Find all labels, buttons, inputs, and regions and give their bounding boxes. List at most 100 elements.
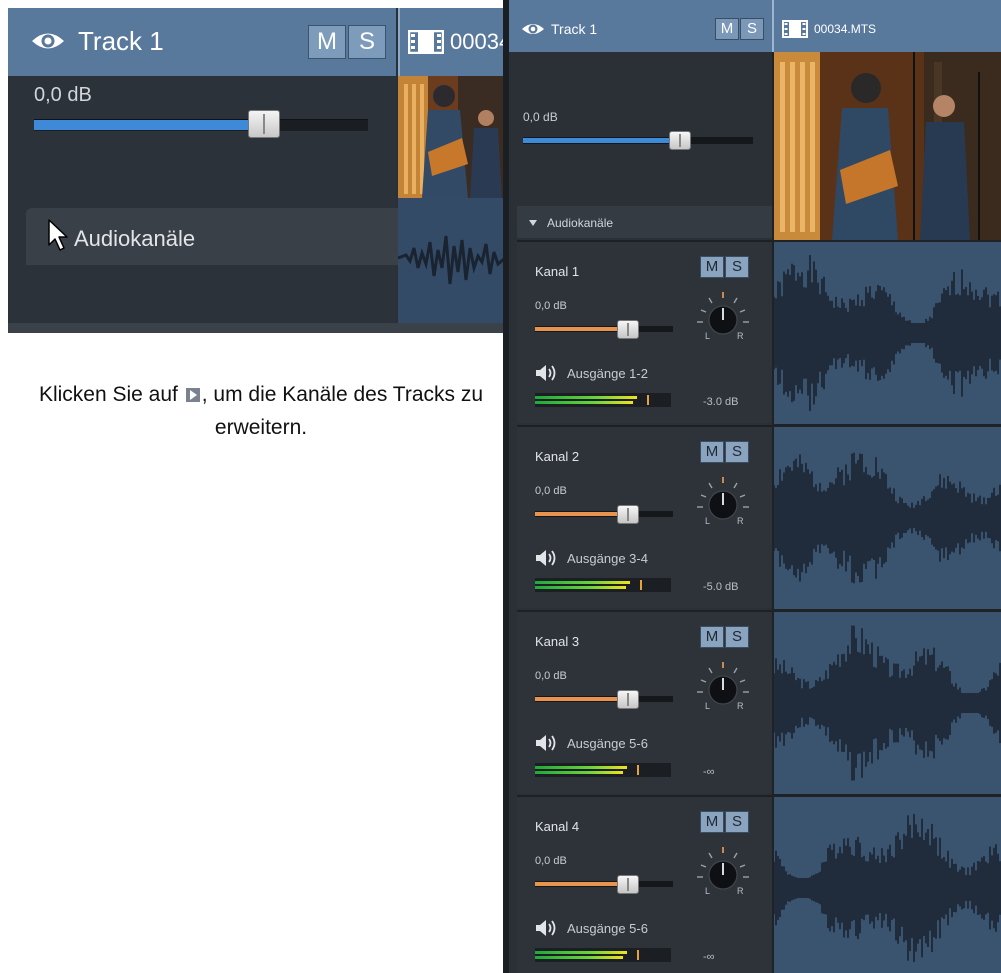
channel-strip: Kanal 4 M S 0,0 dB L R Ausgänge 5-6 -∞ bbox=[517, 795, 772, 973]
audio-channels-toggle[interactable]: Audiokanäle bbox=[26, 208, 398, 265]
pan-knob[interactable]: L R bbox=[695, 290, 751, 340]
mute-solo-group: M S bbox=[700, 626, 749, 648]
solo-button[interactable]: S bbox=[725, 626, 749, 648]
channel-volume-value: 0,0 dB bbox=[535, 485, 567, 497]
clip-header[interactable]: 00034.MTS bbox=[772, 0, 1001, 52]
track-volume-fill bbox=[523, 138, 683, 143]
clip-waveform bbox=[398, 198, 505, 323]
solo-button[interactable]: S bbox=[725, 256, 749, 278]
level-meter-bar bbox=[535, 956, 623, 959]
speaker-icon[interactable] bbox=[535, 549, 559, 567]
solo-button[interactable]: S bbox=[725, 811, 749, 833]
track-volume-handle[interactable] bbox=[669, 131, 691, 150]
meter-value: -5.0 dB bbox=[703, 581, 739, 593]
film-icon bbox=[782, 20, 808, 38]
mute-button[interactable]: M bbox=[700, 256, 724, 278]
track-controls bbox=[8, 76, 396, 333]
clip-header[interactable]: 00034.M bbox=[398, 8, 505, 76]
solo-button[interactable]: S bbox=[740, 18, 764, 40]
channel-volume-handle[interactable] bbox=[617, 320, 639, 339]
meter-value: -∞ bbox=[703, 951, 715, 963]
mute-button[interactable]: M bbox=[700, 441, 724, 463]
instruction-caption: Klicken Sie auf , um die Kanäle des Trac… bbox=[22, 378, 500, 444]
mute-solo-group: M S bbox=[308, 25, 386, 59]
pan-right-label: R bbox=[737, 886, 744, 895]
mute-solo-group: M S bbox=[700, 811, 749, 833]
level-meter-bar bbox=[535, 401, 633, 404]
channel-outputs: Ausgänge 1-2 bbox=[567, 366, 648, 381]
track-panel: Track 1 M S 0,0 dB Audiokanäle Kanal 1 M… bbox=[503, 0, 1001, 973]
channel-waveform bbox=[773, 612, 1001, 794]
caption-text-start: Klicken Sie auf bbox=[38, 383, 184, 406]
channel-volume-handle[interactable] bbox=[617, 875, 639, 894]
mute-button[interactable]: M bbox=[700, 626, 724, 648]
pan-knob[interactable]: L R bbox=[695, 660, 751, 710]
level-meter bbox=[535, 578, 671, 592]
eye-icon[interactable] bbox=[30, 28, 66, 54]
level-meter-bar bbox=[535, 766, 627, 769]
channel-name: Kanal 1 bbox=[535, 264, 580, 279]
track-header: Track 1 M S bbox=[8, 8, 396, 76]
pan-knob[interactable]: L R bbox=[695, 845, 751, 895]
divider bbox=[8, 323, 505, 333]
level-meter-bar bbox=[535, 951, 627, 954]
speaker-icon[interactable] bbox=[535, 919, 559, 937]
level-meter bbox=[535, 393, 671, 407]
pan-right-label: R bbox=[737, 701, 744, 710]
channel-waveform bbox=[773, 797, 1001, 973]
pan-right-label: R bbox=[737, 331, 744, 340]
peak-indicator bbox=[637, 950, 639, 960]
channel-strip: Kanal 1 M S 0,0 dB L R Ausgänge 1-2 -3.0… bbox=[517, 240, 772, 423]
mute-button[interactable]: M bbox=[700, 811, 724, 833]
channel-name: Kanal 4 bbox=[535, 819, 580, 834]
channel-volume-handle[interactable] bbox=[617, 690, 639, 709]
speaker-icon[interactable] bbox=[535, 734, 559, 752]
waveform-shape bbox=[773, 625, 1001, 781]
solo-button[interactable]: S bbox=[725, 441, 749, 463]
clip-name: 00034.M bbox=[450, 29, 505, 54]
expand-arrow-icon bbox=[529, 220, 537, 226]
mute-button[interactable]: M bbox=[715, 18, 739, 40]
mute-solo-group: M S bbox=[700, 256, 749, 278]
peak-indicator bbox=[647, 395, 649, 405]
waveform-shape bbox=[773, 813, 1001, 963]
clip-name: 00034.MTS bbox=[814, 22, 877, 36]
level-meter bbox=[535, 763, 671, 777]
track-volume-value: 0,0 dB bbox=[34, 84, 92, 106]
zoomed-track-header: Track 1 M S 0,0 dB Audiokanäle 00034.M bbox=[8, 8, 505, 333]
track-title: Track 1 bbox=[551, 21, 598, 37]
eye-icon[interactable] bbox=[521, 20, 545, 38]
pan-left-label: L bbox=[705, 886, 710, 895]
mute-button[interactable]: M bbox=[308, 25, 346, 59]
expand-arrow-icon bbox=[185, 388, 200, 402]
track-volume-handle[interactable] bbox=[248, 110, 280, 138]
pan-knob[interactable]: L R bbox=[695, 475, 751, 525]
solo-button[interactable]: S bbox=[348, 25, 386, 59]
track-header: Track 1 M S bbox=[509, 0, 772, 52]
peak-indicator bbox=[637, 765, 639, 775]
level-meter-bar bbox=[535, 586, 626, 589]
pan-right-label: R bbox=[737, 516, 744, 525]
channel-volume-value: 0,0 dB bbox=[535, 670, 567, 682]
channel-strip: Kanal 3 M S 0,0 dB L R Ausgänge 5-6 -∞ bbox=[517, 610, 772, 793]
channel-volume-handle[interactable] bbox=[617, 505, 639, 524]
waveform-shape bbox=[773, 452, 1001, 584]
audio-channels-toggle[interactable]: Audiokanäle bbox=[517, 206, 772, 238]
mute-solo-group: M S bbox=[700, 441, 749, 463]
level-meter bbox=[535, 948, 671, 962]
peak-indicator bbox=[640, 580, 642, 590]
clip-thumbnail bbox=[398, 76, 505, 198]
channel-waveform bbox=[773, 242, 1001, 424]
waveform-shape bbox=[773, 255, 1001, 411]
speaker-icon[interactable] bbox=[535, 364, 559, 382]
channel-outputs: Ausgänge 5-6 bbox=[567, 921, 648, 936]
channel-name: Kanal 3 bbox=[535, 634, 580, 649]
pan-left-label: L bbox=[705, 331, 710, 340]
channel-name: Kanal 2 bbox=[535, 449, 580, 464]
meter-value: -3.0 dB bbox=[703, 396, 739, 408]
film-icon bbox=[408, 30, 444, 54]
track-volume-value: 0,0 dB bbox=[523, 110, 558, 124]
track-volume-fill bbox=[34, 120, 264, 130]
mute-solo-group: M S bbox=[715, 18, 764, 40]
level-meter-bar bbox=[535, 581, 630, 584]
